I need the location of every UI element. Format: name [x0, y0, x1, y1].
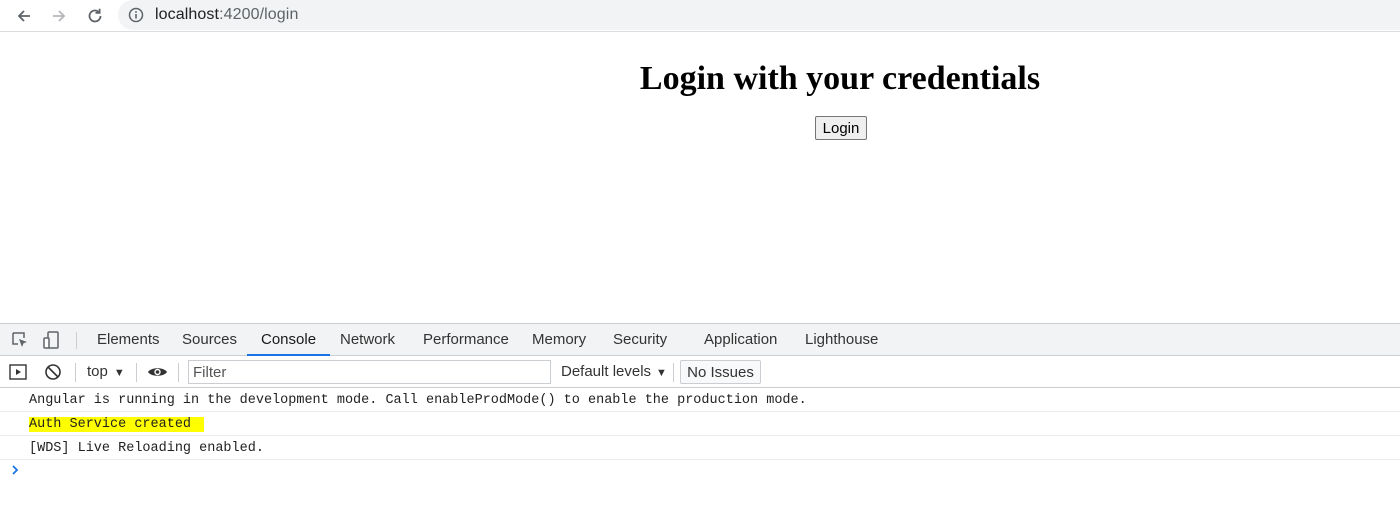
levels-value: Default levels — [561, 363, 652, 380]
url-text: localhost:4200/login — [155, 6, 298, 24]
tab-security[interactable]: Security — [613, 324, 667, 356]
reload-button[interactable] — [83, 4, 107, 28]
tabbar-separator — [76, 332, 77, 349]
tab-network[interactable]: Network — [340, 324, 395, 356]
log-levels-dropdown[interactable]: Default levels ▼ — [561, 363, 667, 380]
tab-application[interactable]: Application — [704, 324, 777, 356]
page-viewport: Login with your credentials Login — [0, 33, 1400, 323]
device-toolbar-icon[interactable] — [42, 330, 62, 350]
toolbar-separator — [673, 363, 674, 382]
toolbar-separator — [178, 363, 179, 382]
devtools-panel: Elements Sources Console Network Perform… — [0, 323, 1400, 519]
inspect-element-icon[interactable] — [10, 330, 30, 350]
console-toolbar: top ▼ Default levels ▼ No Issues — [0, 356, 1400, 388]
console-message: [WDS] Live Reloading enabled. — [0, 437, 1400, 460]
sidebar-toggle-icon[interactable] — [9, 363, 27, 381]
eye-icon[interactable] — [147, 363, 168, 381]
forward-button[interactable] — [47, 4, 71, 28]
console-message: Angular is running in the development mo… — [0, 389, 1400, 412]
arrow-right-icon — [53, 10, 66, 22]
console-messages: Angular is running in the development mo… — [0, 389, 1400, 519]
context-value: top — [87, 363, 108, 380]
caret-down-icon: ▼ — [656, 367, 667, 379]
tab-sources[interactable]: Sources — [182, 324, 237, 356]
caret-down-icon: ▼ — [113, 367, 125, 379]
tab-memory[interactable]: Memory — [532, 324, 586, 356]
tab-lighthouse[interactable]: Lighthouse — [805, 324, 878, 356]
browser-toolbar: localhost:4200/login — [0, 0, 1400, 32]
clear-console-icon[interactable] — [44, 363, 62, 381]
console-message: Auth Service created — [0, 413, 1400, 436]
url-host: localhost — [155, 6, 220, 23]
tab-performance[interactable]: Performance — [423, 324, 509, 356]
message-text-highlighted: Auth Service created — [29, 417, 205, 432]
toolbar-separator — [136, 363, 137, 382]
tab-console[interactable]: Console — [246, 324, 331, 356]
issues-button[interactable]: No Issues — [680, 360, 761, 384]
reload-icon — [88, 8, 102, 23]
url-path: :4200/login — [219, 6, 299, 23]
tab-elements[interactable]: Elements — [97, 324, 160, 356]
arrow-left-icon — [17, 10, 30, 22]
message-text: Angular is running in the development mo… — [29, 393, 807, 408]
toolbar-separator — [75, 363, 76, 382]
info-icon[interactable] — [128, 7, 144, 23]
message-text: [WDS] Live Reloading enabled. — [29, 441, 264, 456]
page-title: Login with your credentials — [639, 60, 1041, 97]
filter-input[interactable] — [188, 360, 551, 384]
devtools-tabbar: Elements Sources Console Network Perform… — [0, 324, 1400, 356]
address-bar[interactable]: localhost:4200/login — [118, 0, 1400, 30]
back-button[interactable] — [12, 4, 36, 28]
context-selector[interactable]: top ▼ — [87, 363, 125, 380]
chevron-right-icon[interactable] — [10, 463, 22, 477]
login-button[interactable]: Login — [815, 116, 867, 140]
